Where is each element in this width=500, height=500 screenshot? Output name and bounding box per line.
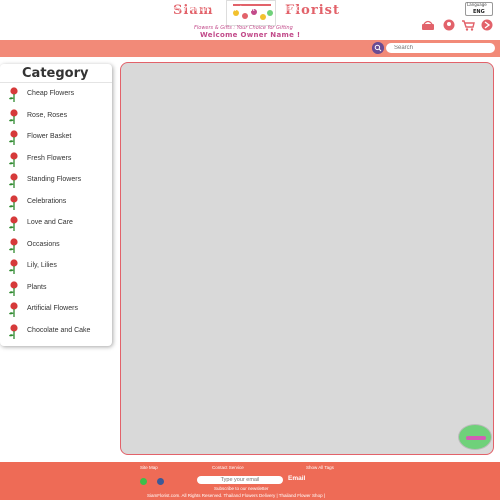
nav-services[interactable]: Services: [54, 4, 83, 13]
rose-icon: [9, 323, 18, 339]
gift-basket-icon[interactable]: [421, 19, 435, 31]
search-input[interactable]: [394, 43, 492, 53]
footer-sitemap-link[interactable]: Site Map: [140, 465, 158, 470]
category-item-label: Rose, Roses: [27, 111, 68, 119]
category-item-label: Celebrations: [27, 197, 67, 205]
category-item[interactable]: Artificial Flowers: [5, 302, 110, 318]
category-item-label: Artificial Flowers: [27, 305, 78, 312]
newsletter-email-input[interactable]: [197, 476, 283, 484]
nav-international[interactable]: International: [103, 4, 144, 13]
category-item[interactable]: Celebrations: [5, 194, 110, 211]
rose-icon: [9, 108, 18, 124]
category-item-label: Love and Care: [27, 219, 73, 226]
category-item-label: Flower Basket: [27, 133, 72, 140]
account-icon[interactable]: [442, 19, 456, 31]
category-item[interactable]: Fresh Flowers: [5, 151, 110, 168]
rose-icon: [9, 302, 18, 317]
logout-icon[interactable]: [480, 19, 494, 31]
category-title: Category: [22, 66, 89, 81]
category-item[interactable]: Standing Flowers: [5, 173, 110, 189]
category-item[interactable]: Cheap Flowers: [5, 87, 110, 103]
facebook-icon[interactable]: [157, 478, 164, 485]
newsletter-subscribe-text: Subscribe to our newsletter: [214, 486, 269, 491]
category-item[interactable]: Chocolate and Cake: [5, 323, 110, 340]
rose-icon: [9, 130, 18, 145]
footer-contact-link[interactable]: Contact Service: [212, 465, 244, 470]
category-item-label: Fresh Flowers: [27, 154, 72, 162]
rose-icon: [9, 194, 18, 210]
line-chat-badge[interactable]: [458, 424, 492, 450]
footer-copyright: SiamFlorist.com. All Rights Reserved. Th…: [147, 493, 325, 498]
category-divider: [0, 82, 112, 83]
rose-icon: [9, 216, 18, 231]
category-item[interactable]: Plants: [5, 280, 110, 297]
category-item[interactable]: Occasions: [5, 237, 110, 254]
category-item[interactable]: Rose, Roses: [5, 108, 110, 125]
category-item[interactable]: Lily, Lilies: [5, 259, 110, 275]
category-item-label: Lily, Lilies: [27, 262, 57, 269]
rose-icon: [9, 237, 18, 253]
welcome-message: Welcome Owner Name !: [200, 31, 301, 39]
category-item-label: Standing Flowers: [27, 176, 82, 183]
page: Siam Florist Flowers & Gifts : Your Choi…: [0, 0, 500, 500]
rose-icon: [9, 151, 18, 167]
category-item[interactable]: Flower Basket: [5, 130, 110, 146]
category-item-label: Occasions: [27, 240, 60, 248]
main-content-panel: [120, 62, 494, 455]
cart-icon[interactable]: [461, 19, 475, 31]
search-icon[interactable]: [372, 42, 384, 54]
newsletter-email-button[interactable]: Email: [288, 475, 305, 482]
rose-icon: [9, 173, 18, 188]
category-item[interactable]: Love and Care: [5, 216, 110, 232]
rose-icon: [9, 87, 18, 102]
rose-icon: [9, 280, 18, 296]
nav-testimonials[interactable]: Testimonials: [169, 4, 210, 13]
nav-home[interactable]: Home: [12, 4, 42, 17]
category-item-label: Cheap Flowers: [27, 90, 75, 97]
category-item-label: Plants: [27, 283, 47, 291]
footer-show-all-tags-link[interactable]: Show All Tags: [306, 465, 334, 470]
language-value[interactable]: ENG: [473, 9, 485, 15]
rose-icon: [9, 259, 18, 274]
category-item-label: Chocolate and Cake: [27, 326, 91, 334]
nav-faq[interactable]: FAQ: [287, 4, 302, 13]
line-icon[interactable]: [140, 478, 147, 485]
language-label: Language: [467, 2, 487, 7]
nav-about-us[interactable]: About Us: [235, 4, 266, 13]
